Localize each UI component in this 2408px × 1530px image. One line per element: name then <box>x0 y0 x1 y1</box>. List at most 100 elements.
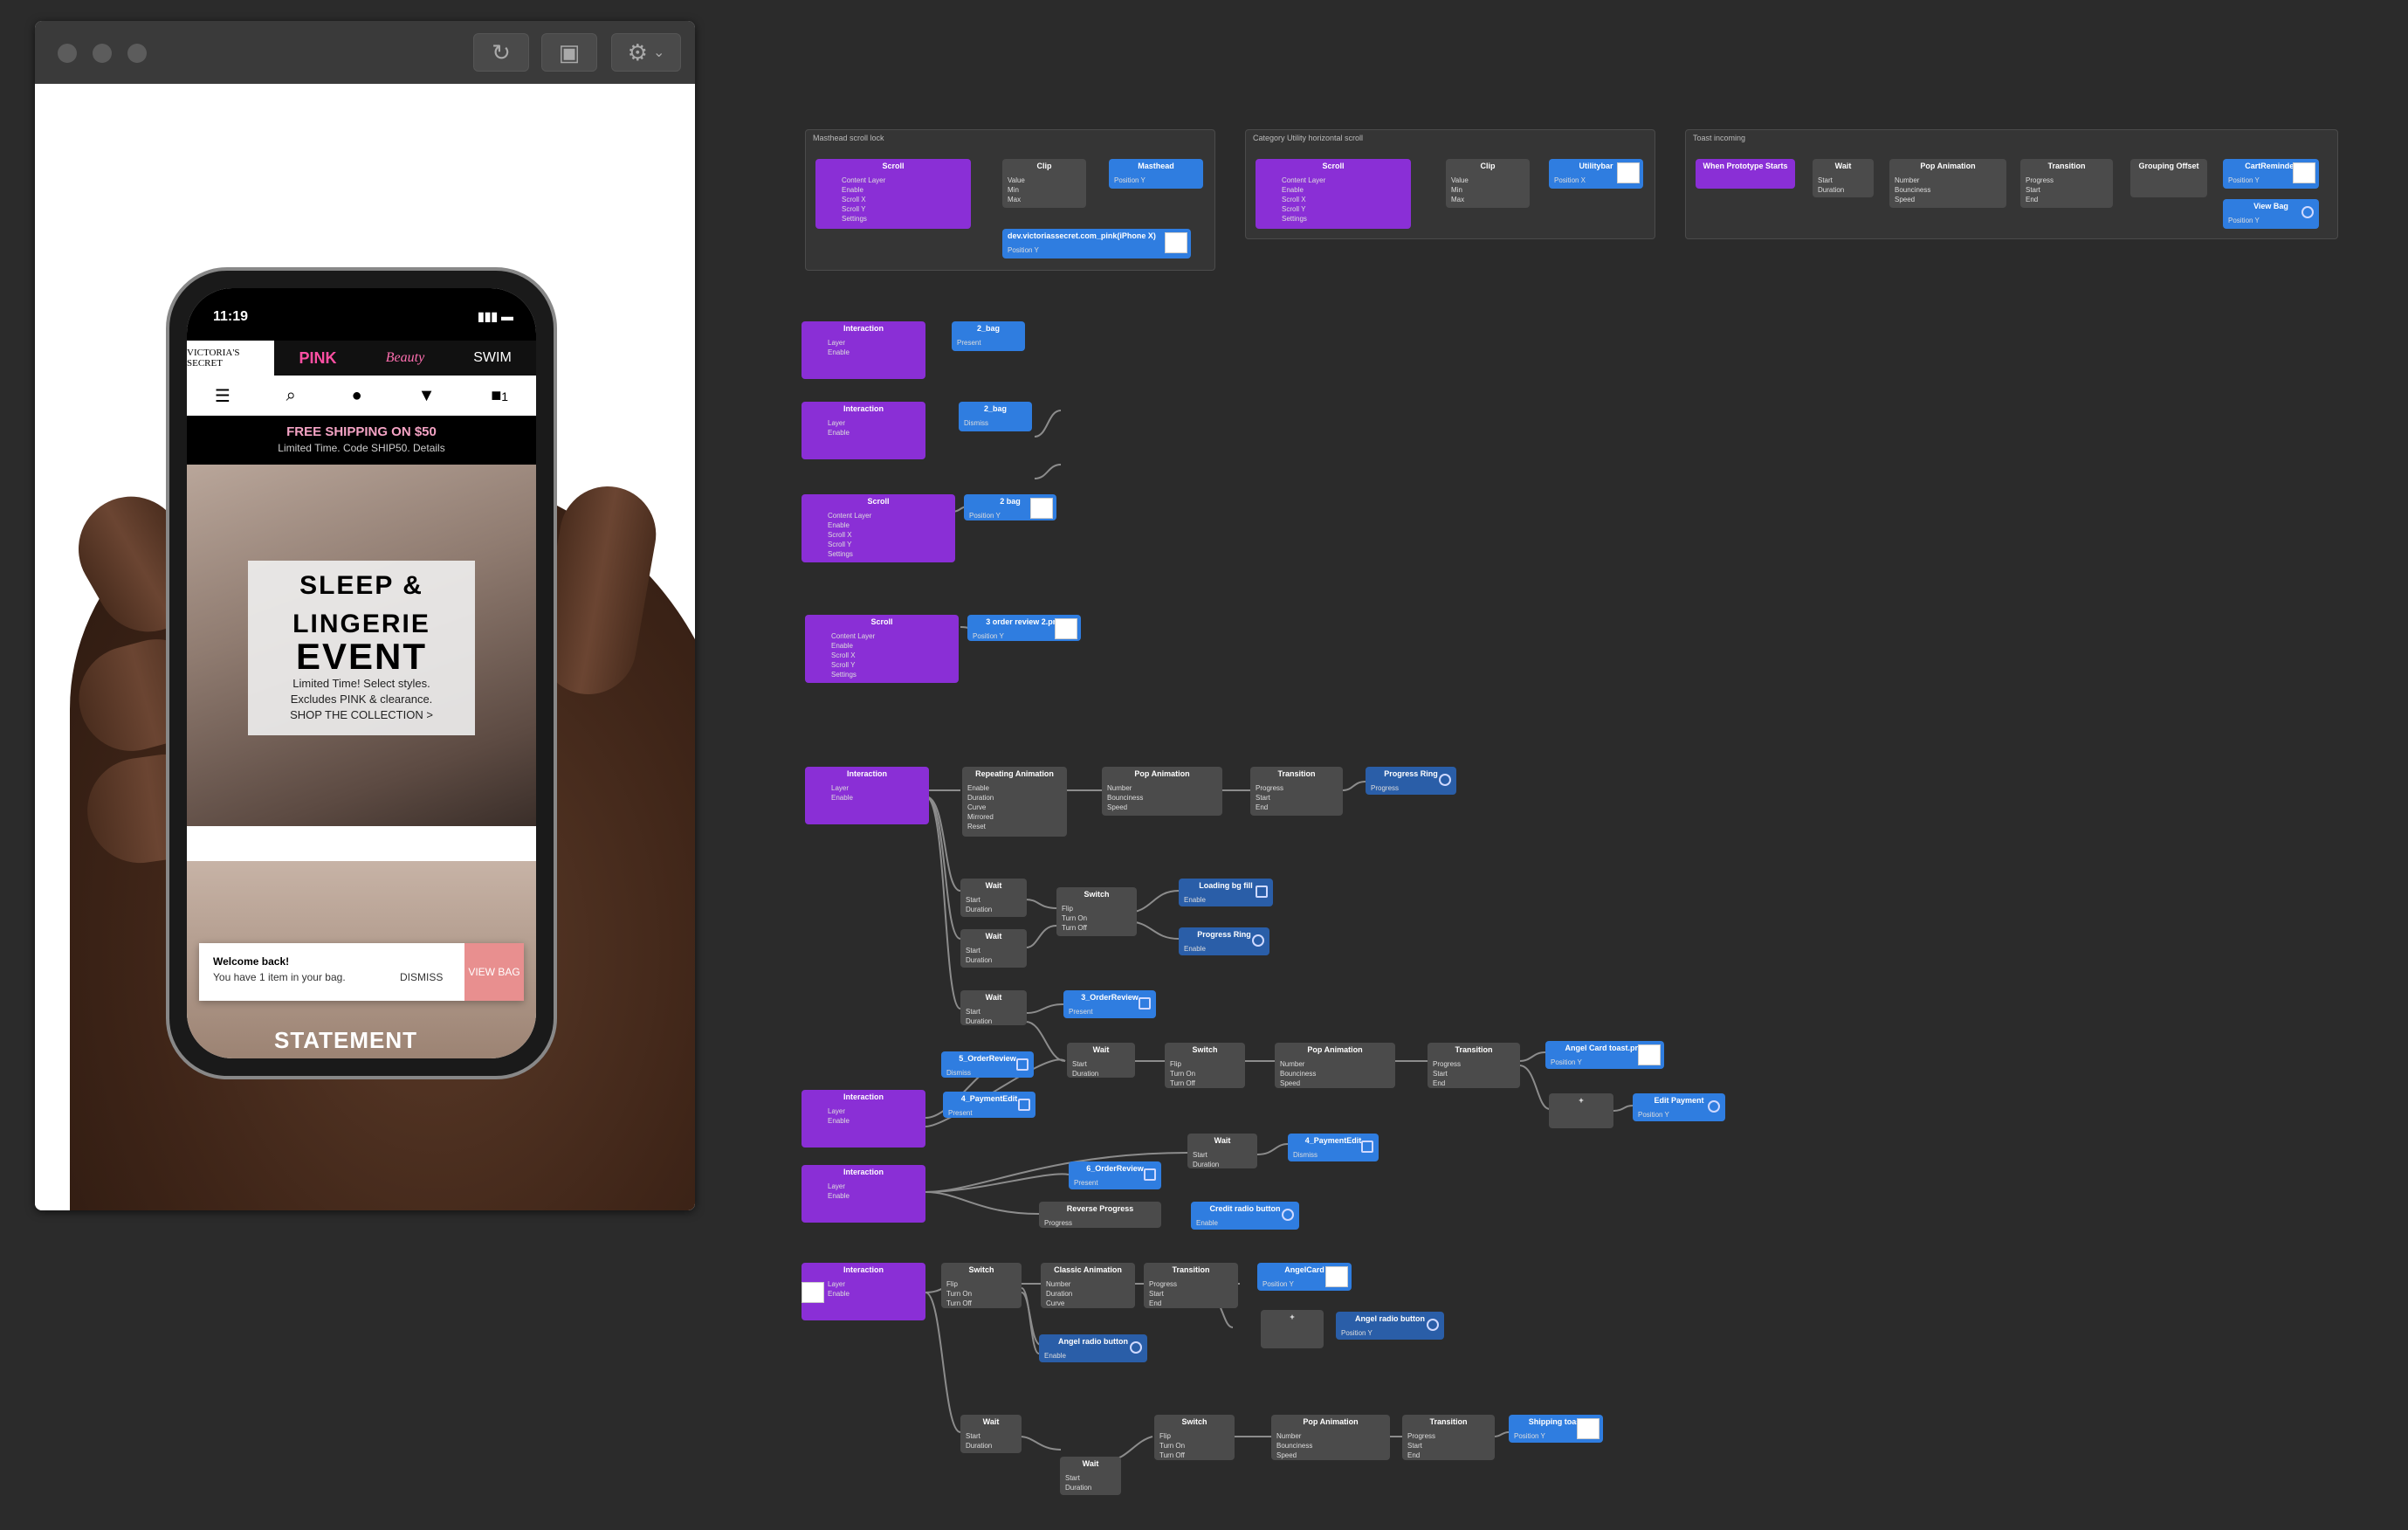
progress-ring-node[interactable]: Progress Ring Enable <box>1179 927 1269 955</box>
angel-card-toast-node[interactable]: Angel Card toast.png Position Y <box>1545 1041 1664 1069</box>
node-ports: Number Bounciness Speed <box>1107 784 1144 811</box>
interaction-node[interactable]: Interaction Layer Enable <box>802 1165 925 1223</box>
pop-animation-node[interactable]: Pop Animation Number Bounciness Speed <box>1102 767 1222 816</box>
node-ports: Layer Enable <box>828 1182 850 1200</box>
wait-node[interactable]: Wait Start Duration <box>1187 1134 1257 1168</box>
node-ports: Layer Enable <box>831 784 853 802</box>
order-review-6-node[interactable]: 6_OrderReview Present <box>1069 1161 1161 1189</box>
transition-node[interactable]: Transition Progress Start End <box>1402 1415 1495 1460</box>
wait-node[interactable]: Wait Start Duration <box>960 879 1027 917</box>
node-title: Clip <box>1480 162 1496 170</box>
node-ports: Layer Enable <box>828 1107 850 1125</box>
wait-node[interactable]: Wait Start Duration <box>1813 159 1874 197</box>
interaction-node[interactable]: Interaction Layer Enable <box>805 767 929 824</box>
grouping-offset-node[interactable]: Grouping Offset <box>2130 159 2207 197</box>
angel-radio-button-node[interactable]: Angel radio button Enable <box>1039 1334 1147 1362</box>
loading-bg-fill-node[interactable]: Loading bg fill Enable <box>1179 879 1273 906</box>
add-node[interactable]: + <box>1261 1310 1324 1348</box>
transition-node[interactable]: Transition Progress Start End <box>2020 159 2113 208</box>
wait-node[interactable]: Wait Start Duration <box>960 990 1027 1025</box>
node-ports: Present <box>957 339 981 347</box>
node-title: When Prototype Starts <box>1703 162 1788 170</box>
classic-animation-node[interactable]: Classic Animation Number Duration Curve <box>1041 1263 1135 1308</box>
layer-thumbnail <box>1577 1418 1600 1439</box>
wait-node[interactable]: Wait Start Duration <box>960 1415 1022 1453</box>
scroll-node[interactable]: Scroll Content Layer Enable Scroll X Scr… <box>815 159 971 229</box>
node-title: Repeating Animation <box>975 769 1054 778</box>
layer-icon <box>1016 1058 1029 1071</box>
cart-reminder-node[interactable]: CartReminder Position Y <box>2223 159 2319 189</box>
bag2-present-node[interactable]: 2_bag Present <box>952 321 1025 351</box>
pop-animation-node[interactable]: Pop Animation Number Bounciness Speed <box>1275 1043 1395 1088</box>
node-title: Switch <box>1084 890 1110 899</box>
dev-url-node[interactable]: dev.victoriassecret.com_pink(iPhone X) P… <box>1002 229 1191 258</box>
node-ports: Start Duration <box>966 1008 993 1025</box>
node-ports: Flip Turn On Turn Off <box>1159 1432 1186 1459</box>
when-prototype-starts-node[interactable]: When Prototype Starts <box>1696 159 1795 189</box>
order-review-png-node[interactable]: 3 order review 2.png Position Y <box>967 615 1081 641</box>
node-title: Transition <box>1429 1417 1468 1426</box>
angel-card-node[interactable]: AngelCard Position Y <box>1257 1263 1352 1291</box>
credit-radio-button-node[interactable]: Credit radio button Enable <box>1191 1202 1299 1230</box>
wait-node[interactable]: Wait Start Duration <box>960 929 1027 968</box>
node-title: Transition <box>2047 162 2086 170</box>
node-ports: Layer Enable <box>828 419 850 437</box>
angel-radio-button-node[interactable]: Angel radio button Position Y <box>1336 1312 1444 1340</box>
switch-node[interactable]: Switch Flip Turn On Turn Off <box>1056 887 1137 936</box>
node-ports: Position Y <box>1008 246 1039 254</box>
payment-edit-4-node[interactable]: 4_PaymentEdit Present <box>943 1092 1035 1118</box>
transition-node[interactable]: Transition Progress Start End <box>1428 1043 1520 1088</box>
payment-edit-4-node[interactable]: 4_PaymentEdit Dismiss <box>1288 1134 1379 1161</box>
layer-icon <box>2301 206 2314 218</box>
view-bag-node[interactable]: View Bag Position Y <box>2223 199 2319 229</box>
layer-icon <box>1361 1141 1373 1153</box>
progress-ring-node[interactable]: Progress Ring Progress <box>1366 767 1456 795</box>
wait-node[interactable]: Wait Start Duration <box>1060 1457 1121 1495</box>
node-ports: Flip Turn On Turn Off <box>946 1280 973 1307</box>
interaction-node[interactable]: Interaction Layer Enable <box>802 1090 925 1148</box>
order-review-5-node[interactable]: 5_OrderReview Dismiss <box>941 1051 1034 1078</box>
order-review-3-node[interactable]: 3_OrderReview Present <box>1063 990 1156 1018</box>
pop-animation-node[interactable]: Pop Animation Number Bounciness Speed <box>1271 1415 1390 1460</box>
group-title: Masthead scroll lock <box>813 134 884 142</box>
transition-node[interactable]: Transition Progress Start End <box>1250 767 1343 816</box>
layer-icon <box>1708 1100 1720 1113</box>
clip-node[interactable]: Clip Value Min Max <box>1002 159 1086 208</box>
layer-icon <box>1144 1168 1156 1181</box>
switch-node[interactable]: Switch Flip Turn On Turn Off <box>1165 1043 1245 1088</box>
node-title: + <box>1579 1096 1584 1105</box>
node-ports: Start Duration <box>1072 1060 1099 1078</box>
repeating-animation-node[interactable]: Repeating Animation Enable Duration Curv… <box>962 767 1067 837</box>
node-title: Wait <box>985 993 1002 1002</box>
phone-notch <box>279 288 444 318</box>
bag2-dismiss-node[interactable]: 2_bag Dismiss <box>959 402 1032 431</box>
scroll-node[interactable]: Scroll Content Layer Enable Scroll X Scr… <box>805 615 959 683</box>
scroll-node[interactable]: Scroll Content Layer Enable Scroll X Scr… <box>802 494 955 562</box>
scroll-node[interactable]: Scroll Content Layer Enable Scroll X Scr… <box>1256 159 1411 229</box>
switch-node[interactable]: Switch Flip Turn On Turn Off <box>1154 1415 1235 1460</box>
reverse-progress-node[interactable]: Reverse Progress Progress <box>1039 1202 1161 1228</box>
masthead-node[interactable]: Masthead Position Y <box>1109 159 1203 189</box>
shipping-toast-node[interactable]: Shipping toast Position Y <box>1509 1415 1603 1443</box>
node-title: Wait <box>985 881 1002 890</box>
layer-icon <box>1139 997 1151 1010</box>
layer-icon <box>1282 1209 1294 1221</box>
interaction-node[interactable]: Interaction Layer Enable <box>802 402 925 459</box>
transition-node[interactable]: Transition Progress Start End <box>1144 1263 1238 1308</box>
edit-payment-node[interactable]: Edit Payment Position Y <box>1633 1093 1725 1121</box>
node-title: Wait <box>1082 1459 1099 1468</box>
utilitybar-node[interactable]: Utilitybar Position X <box>1549 159 1643 189</box>
interaction-node[interactable]: Interaction Layer Enable <box>802 321 925 379</box>
node-title: Interaction <box>843 1092 884 1101</box>
pop-animation-node[interactable]: Pop Animation Number Bounciness Speed <box>1889 159 2006 208</box>
node-title: Wait <box>985 932 1002 941</box>
layer-thumbnail <box>802 1282 824 1303</box>
node-title: Interaction <box>843 324 884 333</box>
wait-node[interactable]: Wait Start Duration <box>1067 1043 1135 1078</box>
interaction-node[interactable]: Interaction Layer Enable <box>802 1263 925 1320</box>
node-title: Interaction <box>843 1265 884 1274</box>
switch-node[interactable]: Switch Flip Turn On Turn Off <box>941 1263 1022 1308</box>
bag2-position-node[interactable]: 2 bag Position Y <box>964 494 1056 520</box>
clip-node[interactable]: Clip Value Min Max <box>1446 159 1530 208</box>
add-node[interactable]: + <box>1549 1093 1613 1128</box>
